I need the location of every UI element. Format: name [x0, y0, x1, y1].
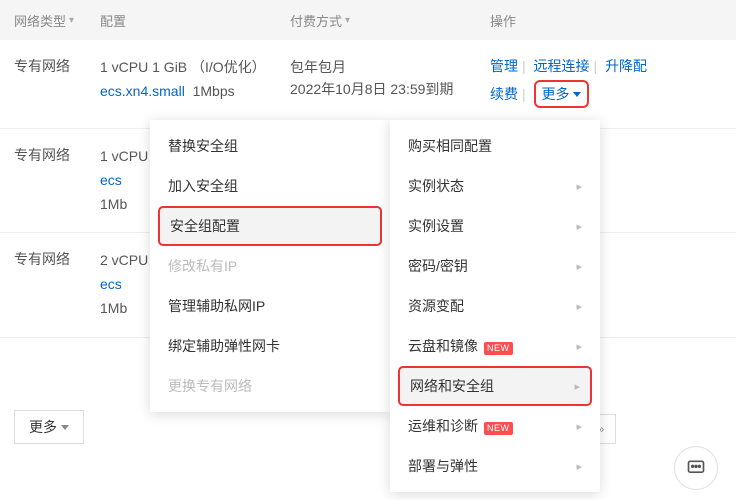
- menu-item-password-key[interactable]: 密码/密钥▸: [390, 246, 600, 286]
- instance-type-link[interactable]: ecs: [100, 172, 122, 188]
- menu-item-change-vpc: 更换专有网络: [150, 366, 390, 406]
- instance-type-link[interactable]: ecs: [100, 276, 122, 292]
- menu-item-deploy-elastic[interactable]: 部署与弹性▸: [390, 446, 600, 486]
- menu-item-network-sg[interactable]: 网络和安全组▸: [398, 366, 592, 406]
- bandwidth-label: 1Mbps: [193, 83, 235, 99]
- table-row: 专有网络 1 vCPU 1 GiB （I/O优化） ecs.xn4.small …: [0, 40, 736, 129]
- chevron-down-icon: [573, 92, 581, 97]
- table-header: 网络类型▾ 配置 付费方式▾ 操作: [0, 0, 736, 40]
- menu-item-buy-same[interactable]: 购买相同配置: [390, 126, 600, 166]
- cell-actions: 管理| 远程连接| 升降配 续费| 更多: [490, 56, 736, 112]
- chevron-right-icon: ▸: [576, 460, 582, 473]
- cell-network: 专有网络: [0, 249, 100, 320]
- menu-item-instance-settings[interactable]: 实例设置▸: [390, 206, 600, 246]
- dropdown-more-menu: 购买相同配置 实例状态▸ 实例设置▸ 密码/密钥▸ 资源变配▸ 云盘和镜像NEW…: [390, 120, 600, 492]
- sort-icon: ▾: [345, 15, 350, 26]
- upgrade-link[interactable]: 升降配: [605, 58, 647, 74]
- menu-item-disk-image[interactable]: 云盘和镜像NEW▸: [390, 326, 600, 366]
- submenu-security-group: 替换安全组 加入安全组 安全组配置 修改私有IP 管理辅助私网IP 绑定辅助弹性…: [150, 120, 390, 412]
- chevron-down-icon: [61, 425, 69, 430]
- menu-item-resource-change[interactable]: 资源变配▸: [390, 286, 600, 326]
- new-badge: NEW: [484, 422, 513, 435]
- remote-link[interactable]: 远程连接: [534, 58, 590, 74]
- chevron-right-icon: ▸: [576, 420, 582, 433]
- menu-item-ops-diag[interactable]: 运维和诊断NEW▸: [390, 406, 600, 446]
- cell-config: 1 vCPU 1 GiB （I/O优化） ecs.xn4.small 1Mbps: [100, 56, 290, 112]
- header-action: 操作: [490, 11, 736, 30]
- menu-item-instance-status[interactable]: 实例状态▸: [390, 166, 600, 206]
- chevron-right-icon: ▸: [576, 340, 582, 353]
- chevron-right-icon: ▸: [576, 300, 582, 313]
- renew-link[interactable]: 续费: [490, 86, 518, 102]
- menu-item-manage-private-ip[interactable]: 管理辅助私网IP: [150, 286, 390, 326]
- cell-network: 专有网络: [0, 145, 100, 216]
- chevron-right-icon: ▸: [576, 180, 582, 193]
- menu-item-modify-ip: 修改私有IP: [150, 246, 390, 286]
- manage-link[interactable]: 管理: [490, 58, 518, 74]
- chevron-right-icon: ▸: [576, 220, 582, 233]
- header-network[interactable]: 网络类型▾: [0, 11, 100, 30]
- header-config: 配置: [100, 11, 290, 30]
- chevron-right-icon: ▸: [574, 380, 580, 393]
- instance-type-link[interactable]: ecs.xn4.small: [100, 83, 185, 99]
- new-badge: NEW: [484, 342, 513, 355]
- sort-icon: ▾: [69, 15, 74, 26]
- menu-item-bind-eni[interactable]: 绑定辅助弹性网卡: [150, 326, 390, 366]
- menu-item-replace-sg[interactable]: 替换安全组: [150, 126, 390, 166]
- cell-payment: 包年包月 2022年10月8日 23:59到期: [290, 56, 490, 112]
- config-spec-line: 1 vCPU 1 GiB （I/O优化）: [100, 56, 290, 80]
- expire-date: 2022年10月8日 23:59到期: [290, 78, 490, 100]
- payment-type: 包年包月: [290, 56, 490, 78]
- chevron-right-icon: ▸: [576, 260, 582, 273]
- menu-item-join-sg[interactable]: 加入安全组: [150, 166, 390, 206]
- menu-item-sg-config[interactable]: 安全组配置: [158, 206, 382, 246]
- chat-icon[interactable]: [674, 446, 718, 490]
- header-payment[interactable]: 付费方式▾: [290, 11, 490, 30]
- bottom-toolbar: 更多: [14, 410, 84, 444]
- more-filter-button[interactable]: 更多: [14, 410, 84, 444]
- more-dropdown[interactable]: 更多: [534, 80, 589, 108]
- cell-network: 专有网络: [0, 56, 100, 112]
